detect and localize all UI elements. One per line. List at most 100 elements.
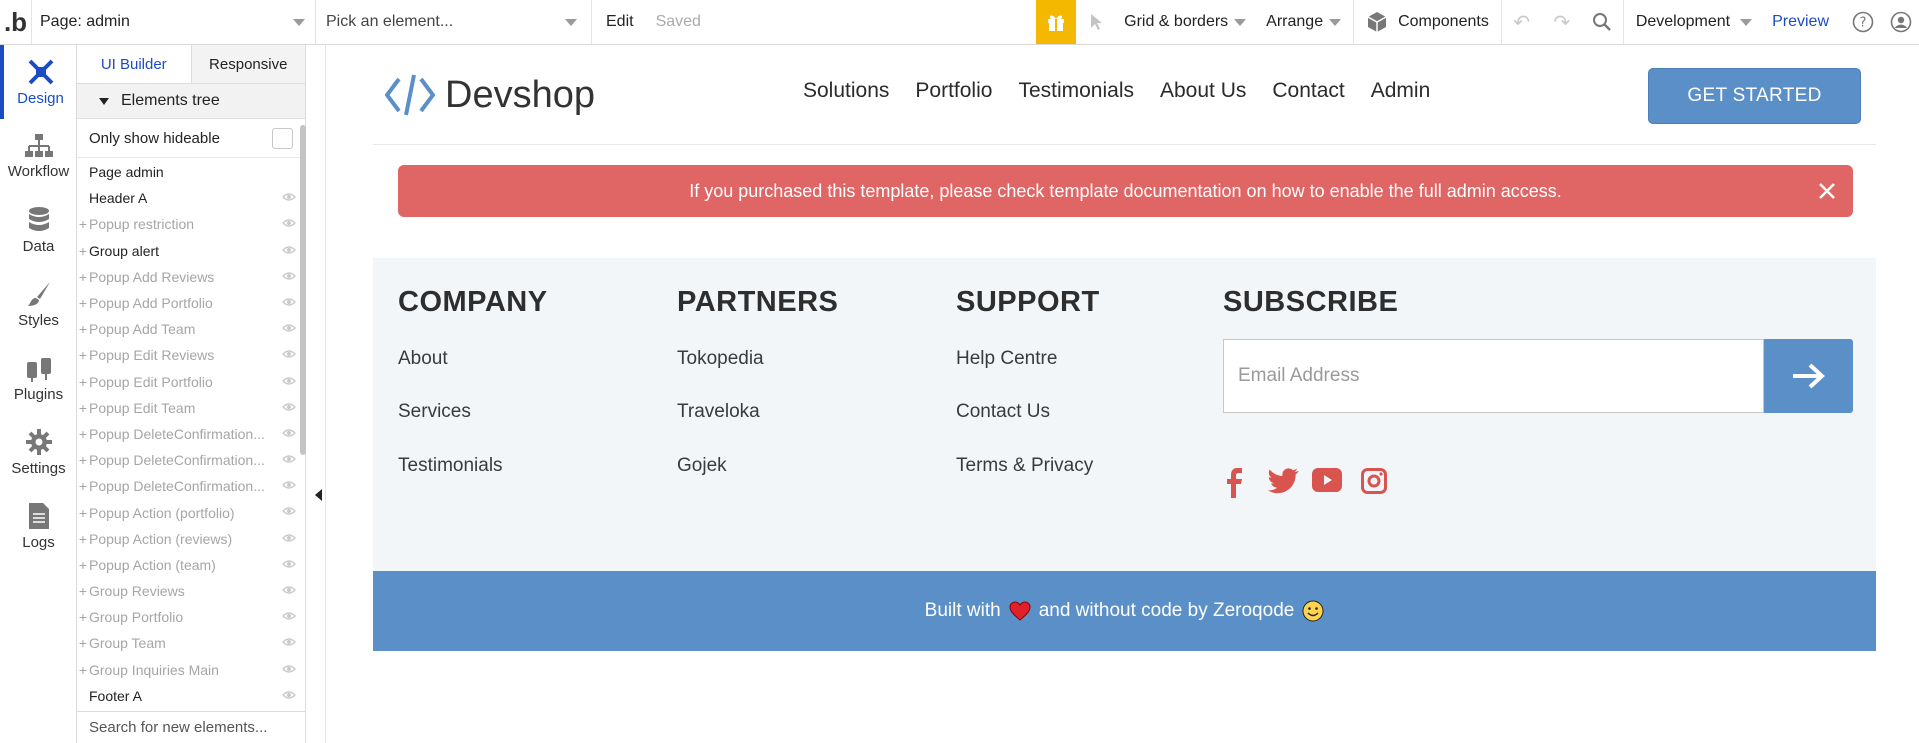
eye-icon[interactable] (282, 454, 296, 464)
expand-plus-icon[interactable]: + (77, 295, 89, 311)
youtube-icon[interactable] (1312, 468, 1342, 492)
expand-plus-icon[interactable]: + (77, 243, 89, 259)
version-select[interactable]: Development (1624, 0, 1764, 44)
admin-alert-banner[interactable]: If you purchased this template, please c… (398, 165, 1853, 217)
redo-icon[interactable]: ↷ (1553, 10, 1570, 35)
only-hideable-checkbox[interactable] (272, 127, 293, 149)
nav-design[interactable]: Design (0, 45, 77, 119)
tree-item[interactable]: Page admin (77, 159, 306, 185)
eye-icon[interactable] (282, 297, 296, 307)
nav-plugins[interactable]: Plugins (0, 341, 77, 415)
footer-link-help-centre[interactable]: Help Centre (956, 348, 1057, 370)
eye-icon[interactable] (282, 506, 296, 516)
expand-plus-icon[interactable]: + (77, 452, 89, 468)
panel-collapse-handle[interactable] (306, 45, 326, 743)
footer-link-traveloka[interactable]: Traveloka (677, 401, 760, 423)
expand-plus-icon[interactable]: + (77, 400, 89, 416)
facebook-icon[interactable] (1226, 468, 1244, 498)
footer-link-contact-us[interactable]: Contact Us (956, 401, 1050, 423)
preview-link[interactable]: Preview (1764, 0, 1843, 44)
gift-button[interactable] (1036, 0, 1077, 44)
expand-plus-icon[interactable]: + (77, 478, 89, 494)
tree-item[interactable]: + Group Reviews (77, 578, 306, 604)
twitter-icon[interactable] (1267, 468, 1299, 496)
eye-icon[interactable] (282, 218, 296, 228)
nav-link-testimonials[interactable]: Testimonials (1018, 79, 1134, 103)
eye-icon[interactable] (282, 323, 296, 333)
eye-icon[interactable] (282, 585, 296, 595)
eye-icon[interactable] (282, 192, 296, 202)
tree-item[interactable]: + Group Inquiries Main (77, 657, 306, 683)
edit-button[interactable]: Edit (606, 13, 634, 31)
site-brand[interactable]: Devshop (385, 73, 595, 117)
eye-icon[interactable] (282, 664, 296, 674)
footer-link-about[interactable]: About (398, 348, 448, 370)
elements-tree-header[interactable]: Elements tree (77, 84, 305, 119)
nav-link-solutions[interactable]: Solutions (803, 79, 889, 103)
nav-link-admin[interactable]: Admin (1371, 79, 1431, 103)
expand-plus-icon[interactable]: + (77, 583, 89, 599)
undo-icon[interactable]: ↶ (1513, 10, 1530, 35)
tree-item[interactable]: + Popup Add Reviews (77, 264, 306, 290)
tree-item[interactable]: + Popup Action (reviews) (77, 526, 306, 552)
expand-plus-icon[interactable]: + (77, 635, 89, 651)
tab-responsive[interactable]: Responsive (191, 45, 305, 83)
instagram-icon[interactable] (1361, 468, 1387, 494)
nav-link-contact[interactable]: Contact (1272, 79, 1344, 103)
eye-icon[interactable] (282, 376, 296, 386)
tab-ui-builder[interactable]: UI Builder (77, 45, 192, 83)
search-new-elements-input[interactable]: Search for new elements... (77, 711, 306, 743)
eye-icon[interactable] (282, 245, 296, 255)
eye-icon[interactable] (282, 349, 296, 359)
footer-credit-bar[interactable]: Built with and without code by Zeroqode (373, 571, 1876, 651)
inspector-toggle[interactable] (1076, 0, 1118, 44)
site-footer[interactable]: COMPANY About Services Testimonials PART… (373, 258, 1876, 571)
nav-logs[interactable]: Logs (0, 489, 77, 563)
footer-link-tokopedia[interactable]: Tokopedia (677, 348, 764, 370)
bubble-logo[interactable]: .b (0, 0, 32, 44)
get-started-button[interactable]: GET STARTED (1648, 68, 1861, 124)
collapse-left-icon[interactable] (315, 489, 322, 501)
tree-item[interactable]: + Popup Edit Reviews (77, 342, 306, 368)
eye-icon[interactable] (282, 402, 296, 412)
tree-item[interactable]: + Group Team (77, 630, 306, 656)
eye-icon[interactable] (282, 611, 296, 621)
search-button[interactable] (1582, 0, 1624, 44)
tree-item[interactable]: + Popup Edit Team (77, 395, 306, 421)
tree-item[interactable]: + Popup Action (team) (77, 552, 306, 578)
components-button[interactable]: Components (1354, 0, 1502, 44)
footer-link-gojek[interactable]: Gojek (677, 455, 727, 477)
nav-link-about-us[interactable]: About Us (1160, 79, 1246, 103)
tree-item[interactable]: + Popup Add Team (77, 316, 306, 342)
tree-item[interactable]: + Popup Edit Portfolio (77, 369, 306, 395)
eye-icon[interactable] (282, 428, 296, 438)
subscribe-button[interactable] (1764, 339, 1853, 413)
tree-item[interactable]: + Popup DeleteConfirmation... (77, 473, 306, 499)
nav-styles[interactable]: Styles (0, 267, 77, 341)
expand-plus-icon[interactable]: + (77, 531, 89, 547)
tree-item[interactable]: Footer A (77, 683, 306, 709)
footer-link-terms-privacy[interactable]: Terms & Privacy (956, 455, 1093, 477)
tree-item[interactable]: + Group Portfolio (77, 604, 306, 630)
arrange-menu[interactable]: Arrange (1256, 0, 1355, 44)
expand-plus-icon[interactable]: + (77, 662, 89, 678)
email-input[interactable]: Email Address (1223, 339, 1764, 413)
eye-icon[interactable] (282, 533, 296, 543)
eye-icon[interactable] (282, 271, 296, 281)
eye-icon[interactable] (282, 637, 296, 647)
help-button[interactable]: ? (1843, 0, 1883, 44)
eye-icon[interactable] (282, 690, 296, 700)
expand-plus-icon[interactable]: + (77, 347, 89, 363)
expand-plus-icon[interactable]: + (77, 426, 89, 442)
grid-borders-menu[interactable]: Grid & borders (1118, 0, 1256, 44)
expand-plus-icon[interactable]: + (77, 216, 89, 232)
tree-item[interactable]: + Popup Add Portfolio (77, 290, 306, 316)
expand-plus-icon[interactable]: + (77, 374, 89, 390)
nav-data[interactable]: Data (0, 193, 77, 267)
tree-item[interactable]: + Popup Action (portfolio) (77, 499, 306, 525)
nav-settings[interactable]: Settings (0, 415, 77, 489)
tree-item[interactable]: + Popup DeleteConfirmation... (77, 421, 306, 447)
tree-item[interactable]: + Popup DeleteConfirmation... (77, 447, 306, 473)
footer-link-testimonials[interactable]: Testimonials (398, 455, 503, 477)
expand-plus-icon[interactable]: + (77, 321, 89, 337)
